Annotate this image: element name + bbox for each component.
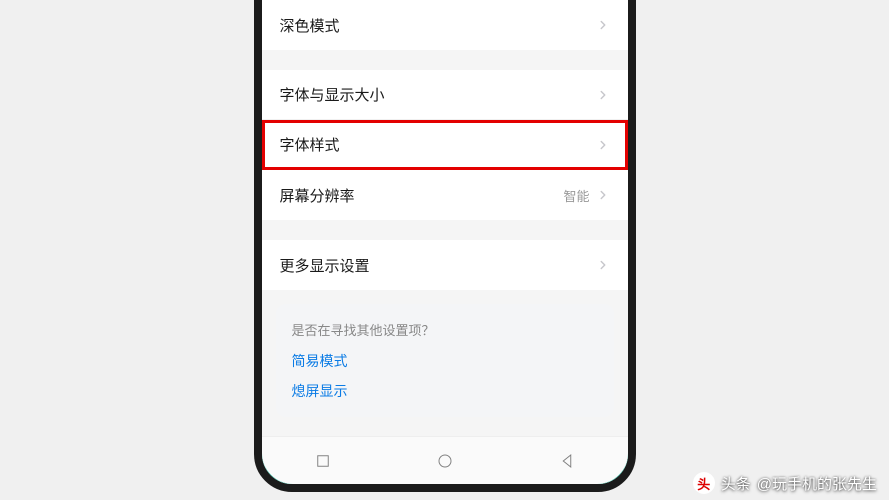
suggestion-link-simple-mode[interactable]: 简易模式 [292, 351, 598, 371]
item-right [596, 258, 610, 272]
settings-group-font: 字体与显示大小 字体样式 屏幕分辨率 智能 [262, 70, 628, 220]
item-right [596, 138, 610, 152]
watermark-prefix: 头条 [721, 473, 751, 494]
phone-frame: 护眼模式 深色模式 字体与显示大小 字体样式 [254, 0, 636, 492]
chevron-right-icon [596, 18, 610, 32]
nav-home-icon[interactable] [436, 452, 454, 470]
chevron-right-icon [596, 188, 610, 202]
settings-item-more-display[interactable]: 更多显示设置 [262, 240, 628, 290]
settings-item-resolution[interactable]: 屏幕分辨率 智能 [262, 170, 628, 220]
suggestion-title: 是否在寻找其他设置项？ [292, 320, 598, 339]
toutiao-icon: 头 [693, 472, 715, 494]
navigation-bar [262, 436, 628, 484]
item-right [596, 88, 610, 102]
suggestion-box: 是否在寻找其他设置项？ 简易模式 熄屏显示 [276, 304, 614, 417]
chevron-right-icon [596, 258, 610, 272]
settings-group-display-mode: 护眼模式 深色模式 [262, 0, 628, 50]
nav-recent-icon[interactable] [314, 452, 332, 470]
chevron-right-icon [596, 88, 610, 102]
settings-screen: 护眼模式 深色模式 字体与显示大小 字体样式 [262, 0, 628, 436]
suggestion-link-aod[interactable]: 熄屏显示 [292, 381, 598, 401]
item-value: 智能 [563, 186, 589, 205]
settings-item-font-style[interactable]: 字体样式 [262, 120, 628, 170]
item-label: 更多显示设置 [280, 255, 370, 276]
nav-back-icon[interactable] [558, 452, 576, 470]
item-right: 智能 [563, 186, 609, 205]
item-label: 字体样式 [280, 134, 340, 155]
watermark: 头 头条 @玩手机的张先生 [693, 472, 877, 494]
settings-item-dark-mode[interactable]: 深色模式 [262, 0, 628, 50]
watermark-text: @玩手机的张先生 [757, 473, 877, 494]
item-label: 深色模式 [280, 15, 340, 36]
settings-group-more: 更多显示设置 [262, 240, 628, 290]
settings-item-font-size[interactable]: 字体与显示大小 [262, 70, 628, 120]
item-right [596, 18, 610, 32]
chevron-right-icon [596, 138, 610, 152]
item-label: 屏幕分辨率 [280, 185, 355, 206]
item-label: 字体与显示大小 [280, 84, 385, 105]
